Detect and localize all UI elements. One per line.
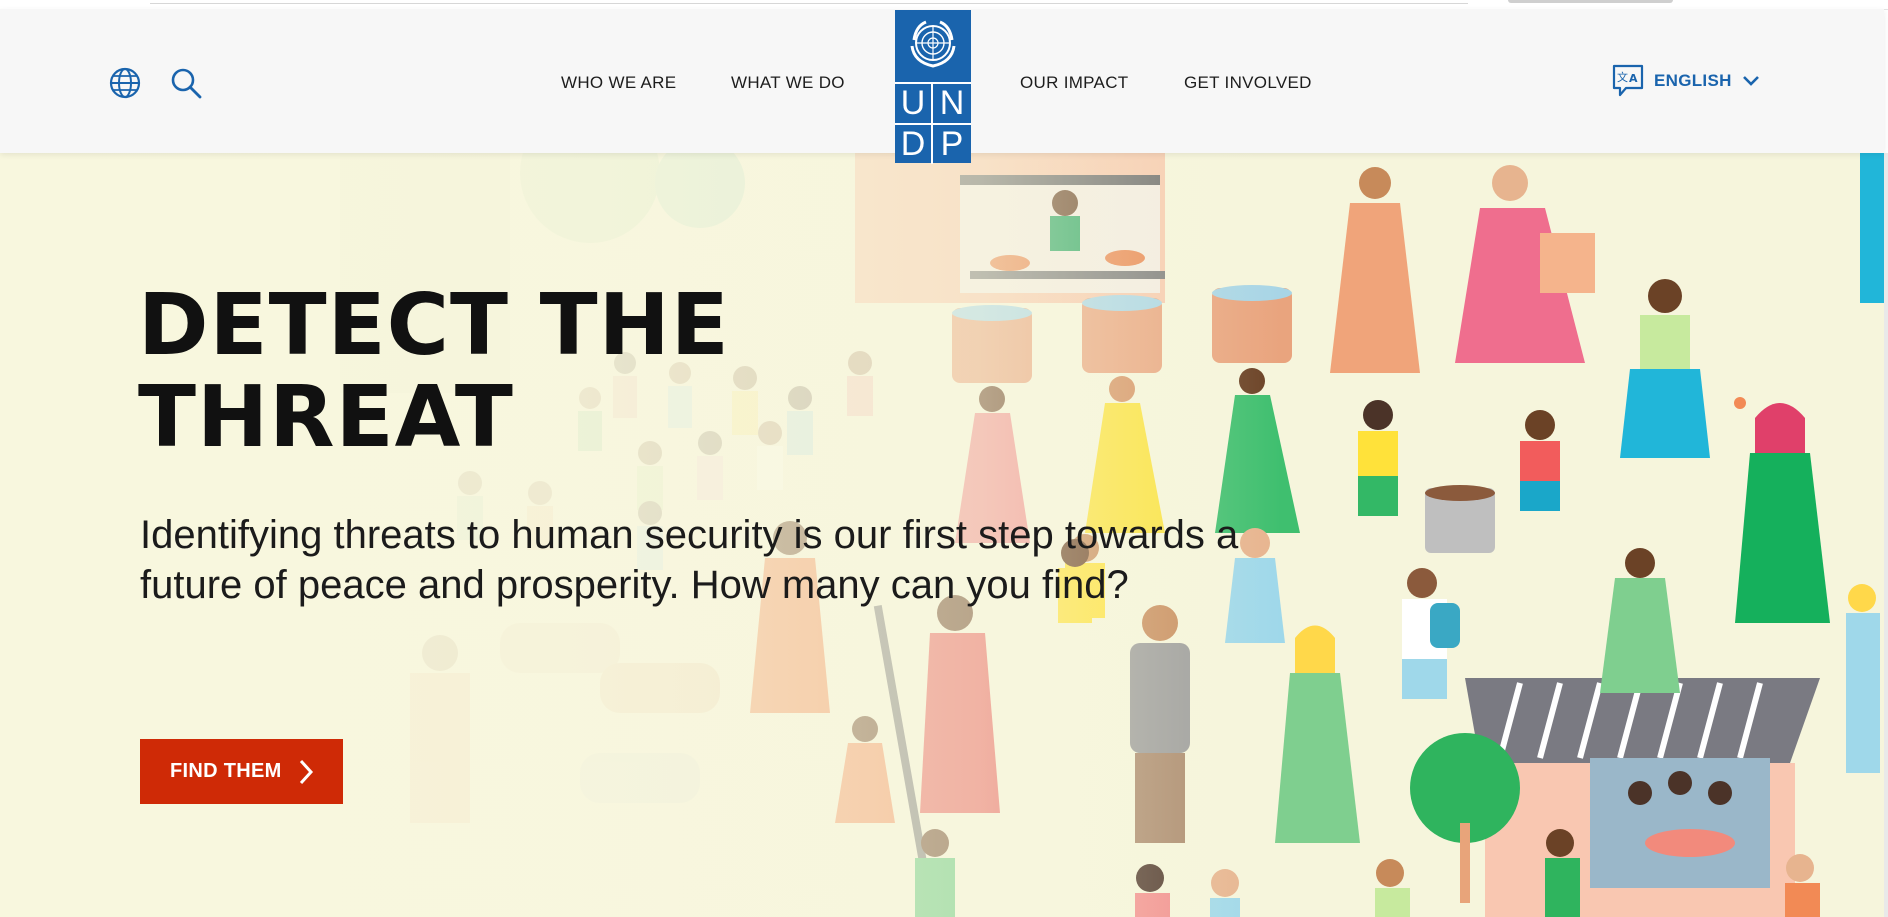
nav-who-we-are[interactable]: WHO WE ARE: [561, 73, 676, 93]
chevron-right-icon: [299, 759, 313, 784]
globe-icon[interactable]: [108, 66, 142, 100]
page: DETECT THE THREAT Identifying threats to…: [0, 0, 1888, 917]
logo-letter: N: [933, 82, 971, 123]
nav-what-we-do[interactable]: WHAT WE DO: [731, 73, 845, 93]
logo-letter: P: [933, 123, 971, 164]
nav-our-impact[interactable]: OUR IMPACT: [1020, 73, 1128, 93]
un-emblem-icon: [910, 20, 956, 68]
find-them-button[interactable]: FIND THEM: [140, 739, 343, 804]
search-icon[interactable]: [169, 66, 203, 100]
logo-letter: D: [895, 123, 933, 164]
hero-title-line-2: THREAT: [138, 368, 514, 467]
site-header: WHO WE ARE WHAT WE DO U N D P OUR IMPACT…: [0, 9, 1884, 164]
logo-letter: U: [895, 82, 933, 123]
scrollbar-track[interactable]: [1884, 153, 1888, 917]
chevron-down-icon: [1742, 76, 1759, 86]
svg-text:文: 文: [1617, 70, 1628, 84]
nav-get-involved[interactable]: GET INVOLVED: [1184, 73, 1312, 93]
svg-text:A: A: [1629, 72, 1638, 85]
language-selector[interactable]: 文 A ENGLISH: [1612, 64, 1760, 98]
language-label: ENGLISH: [1654, 71, 1732, 90]
logo-letters: U N D P: [895, 82, 971, 164]
hero-title-line-1: DETECT THE: [138, 276, 730, 375]
translate-icon: 文 A: [1612, 64, 1644, 97]
top-pill: [1508, 0, 1673, 3]
undp-logo[interactable]: U N D P: [895, 10, 971, 164]
find-them-label: FIND THEM: [170, 760, 282, 782]
hero-title: DETECT THE THREAT: [138, 280, 730, 464]
top-divider: [150, 0, 1468, 4]
hero-section: DETECT THE THREAT Identifying threats to…: [0, 153, 1884, 917]
hero-description: Identifying threats to human security is…: [140, 513, 1239, 607]
